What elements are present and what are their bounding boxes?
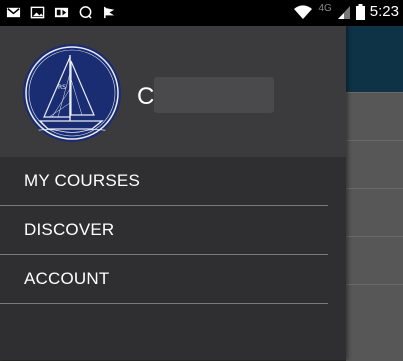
app-list-row — [346, 92, 403, 141]
user-name: C — [137, 83, 155, 110]
app-header — [346, 26, 403, 92]
status-bar: 4G 5:23 — [0, 0, 403, 26]
avatar[interactable]: RS — [22, 43, 122, 143]
menu-item-label: ACCOUNT — [24, 269, 110, 288]
menu-item-label: MY COURSES — [24, 171, 140, 190]
app-content-behind-drawer[interactable] — [346, 26, 403, 361]
app-list-row — [346, 188, 403, 237]
app-list-row — [346, 284, 403, 361]
sailboat-avatar-icon: RS — [23, 44, 121, 142]
chat-icon — [79, 6, 92, 19]
drawer-header: RS C — [0, 26, 346, 157]
signal-icon — [337, 5, 350, 19]
gmail-icon — [6, 7, 21, 18]
app-list-row — [346, 140, 403, 189]
flag-icon — [104, 6, 115, 19]
status-time: 5:23 — [369, 3, 399, 20]
network-type-label: 4G — [318, 3, 332, 14]
image-icon — [30, 6, 45, 19]
svg-text:RS: RS — [58, 84, 66, 91]
menu-item-label: DISCOVER — [24, 220, 115, 239]
menu-item-discover[interactable]: DISCOVER — [0, 206, 328, 255]
drawer-menu: MY COURSES DISCOVER ACCOUNT — [0, 157, 346, 304]
battery-icon — [355, 3, 365, 20]
wifi-icon — [294, 4, 313, 19]
media-icon — [54, 7, 69, 18]
name-redaction-block — [154, 77, 274, 113]
menu-item-account[interactable]: ACCOUNT — [0, 255, 328, 304]
app-list-row — [346, 236, 403, 285]
menu-item-my-courses[interactable]: MY COURSES — [0, 157, 328, 206]
navigation-drawer: RS C MY COURSES DISCOVER ACCOUNT — [0, 26, 346, 360]
